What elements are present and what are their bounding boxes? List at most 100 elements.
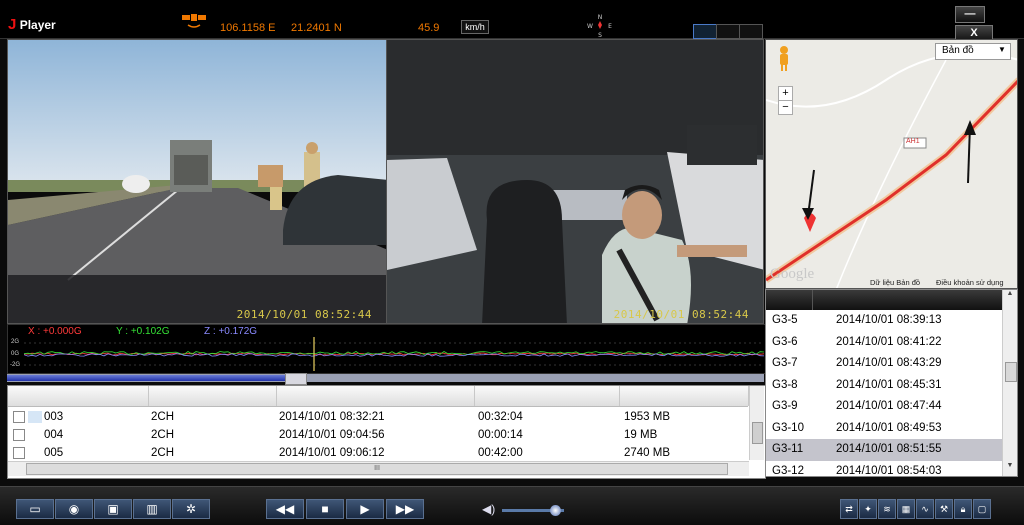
fast-forward-button[interactable]: ▶▶ [386,499,424,519]
settings-button[interactable]: ✲ [172,499,210,519]
map-data-link[interactable]: Dữ liệu Bản đồ [870,278,920,287]
gps-button[interactable]: ✦ [859,499,877,519]
column-header-size[interactable] [619,386,749,406]
file-checkbox[interactable] [13,447,25,459]
event-row[interactable]: G3-9 2014/10/01 08:47:44 [766,396,1002,418]
event-time: 2014/10/01 08:41:22 [836,335,942,348]
event-row[interactable]: G3-8 2014/10/01 08:45:31 [766,375,1002,397]
file-size: 1953 MB [624,411,671,423]
event-row[interactable]: G3-7 2014/10/01 08:43:29 [766,353,1002,375]
event-row[interactable]: G3-6 2014/10/01 08:41:22 [766,332,1002,354]
cabin-timestamp: 2014/10/01 08:52:44 [613,308,749,321]
svg-text:N: N [598,14,603,21]
svg-text:W: W [587,23,593,30]
map-button[interactable]: ▦ [897,499,915,519]
event-time: 2014/10/01 08:39:13 [836,314,942,326]
minimize-button[interactable]: — [955,6,985,23]
column-header-name[interactable] [8,386,149,406]
chevron-down-icon: ▼ [998,45,1006,54]
svg-text:E: E [608,23,612,30]
open-folder-button[interactable]: ▭ [16,499,54,519]
volume-slider-handle[interactable] [550,505,561,516]
window-controls: — X [955,4,1024,42]
file-row[interactable]: 005 2CH 2014/10/01 09:06:12 00:42:00 274… [8,444,748,462]
event-time: 2014/10/01 08:43:29 [836,357,942,369]
wave-button[interactable]: ∿ [916,499,934,519]
file-list-hscroll-thumb[interactable]: III [26,463,728,475]
volume-icon[interactable]: ◀) [482,502,495,516]
play-button[interactable]: ▶ [346,499,384,519]
event-row[interactable]: G3-10 2014/10/01 08:49:53 [766,418,1002,440]
event-row[interactable]: G3-12 2014/10/01 08:54:03 [766,461,1002,477]
file-start: 2014/10/01 09:06:12 [279,447,385,459]
gps-icon: ✦ [864,504,872,514]
event-list: G3-5 2014/10/01 08:39:13 G3-6 2014/10/01 0… [765,289,1018,477]
map-icon: ▦ [901,504,911,514]
file-row[interactable]: 004 2CH 2014/10/01 09:04:56 00:00:14 19 … [8,426,748,444]
map-zoom-in-button[interactable]: + [778,86,793,101]
map-zoom-out-button[interactable]: − [778,100,793,115]
longitude-readout: 106.1158 E [220,22,276,34]
file-duration: 00:42:00 [478,447,523,459]
map-type-select[interactable]: Bản đồ ▼ [935,43,1011,60]
seek-bar-handle[interactable] [285,373,307,385]
event-time: 2014/10/01 08:47:44 [836,400,942,412]
file-channel: 2CH [151,429,175,441]
map-terms-link[interactable]: Điều khoản sử dụng [936,278,1004,287]
file-checkbox[interactable] [13,411,25,423]
seek-bar-fill [7,375,295,381]
file-row[interactable]: 003 2CH 2014/10/01 08:32:21 00:32:04 195… [8,408,748,426]
save-button[interactable]: ▣ [94,499,132,519]
event-row[interactable]: G3-5 2014/10/01 08:39:13 [766,310,1002,332]
event-header-divider [812,290,813,310]
event-time: 2014/10/01 08:54:03 [836,464,942,477]
file-size: 2740 MB [624,447,671,459]
front-camera-video[interactable]: 2014/10/01 08:52:44 [7,39,387,324]
layout-dual-button[interactable] [693,24,717,39]
event-list-scrollbar[interactable]: ▲ ▼ [1002,290,1017,476]
event-id: G3-6 [772,335,798,348]
file-list-scroll-thumb[interactable] [752,422,763,444]
wrench-icon: ⚒ [939,504,949,514]
tools-button[interactable]: ⚒ [935,499,953,519]
layout-single-button[interactable] [739,24,763,39]
event-time: 2014/10/01 08:49:53 [836,421,942,434]
google-watermark: Google [770,266,815,282]
scroll-up-icon[interactable]: ▲ [1004,290,1016,302]
file-start: 2014/10/01 09:04:56 [279,429,385,441]
event-row-selected[interactable]: G3-11 2014/10/01 08:51:55 [766,439,1002,461]
svg-text:S: S [598,32,602,38]
gsensor-z-label: Z : +0.172G [204,326,258,337]
fullscreen-button[interactable]: ▢ [973,499,991,519]
scroll-down-icon[interactable]: ▼ [1004,462,1016,474]
map-panel[interactable]: AH1 + − Bản đồ ▼ Google Dữ liệu Bản đồ Đ… [765,39,1018,289]
network-icon: ⇄ [845,504,853,514]
event-id: G3-12 [772,464,804,477]
column-header-channel[interactable] [148,386,277,406]
road-button[interactable]: ≋ [878,499,896,519]
app-logo: J Player [8,16,56,33]
stop-button[interactable]: ■ [306,499,344,519]
event-list-scroll-thumb[interactable] [1005,362,1017,382]
camera-icon: ◉ [68,502,80,516]
file-channel: 2CH [151,411,175,423]
lock-button[interactable]: 🔒︎ [954,499,972,519]
file-checkbox[interactable] [13,429,25,441]
delete-button[interactable]: ▥ [133,499,171,519]
column-header-duration[interactable] [474,386,620,406]
network-button[interactable]: ⇄ [840,499,858,519]
snapshot-button[interactable]: ◉ [55,499,93,519]
event-id: G3-5 [772,314,798,326]
gear-icon: ✲ [185,502,197,516]
cabin-camera-video[interactable]: 2014/10/01 08:52:44 [386,39,764,324]
front-camera-frame [8,40,386,323]
event-id: G3-8 [772,378,798,391]
rewind-button[interactable]: ◀◀ [266,499,304,519]
file-list-vertical-scrollbar[interactable] [749,386,764,460]
file-name: 004 [44,429,64,441]
layout-pip-button[interactable] [716,24,740,39]
speed-unit: km/h [461,20,489,34]
column-header-start[interactable] [276,386,475,406]
file-list-horizontal-scrollbar[interactable]: III [8,461,749,476]
street-view-pegman-icon[interactable] [778,46,790,72]
